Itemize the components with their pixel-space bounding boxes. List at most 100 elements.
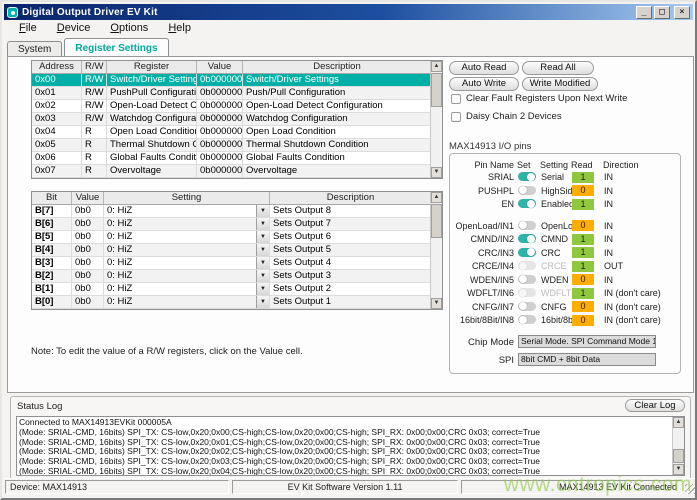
register-table-scrollbar[interactable]: ▲ ▼ — [430, 61, 442, 178]
menu-item-options[interactable]: Options — [101, 21, 157, 35]
setting-combobox[interactable]: 0: HiZ▼ — [104, 283, 270, 295]
register-row[interactable]: 0x00R/WSwitch/Driver Settings0b00000000S… — [32, 74, 430, 87]
tab-system[interactable]: System — [7, 41, 62, 57]
chevron-down-icon[interactable]: ▼ — [256, 231, 269, 243]
cell-rw: R/W — [82, 74, 107, 86]
chevron-down-icon[interactable]: ▼ — [256, 244, 269, 256]
pin-toggle[interactable] — [518, 248, 536, 257]
cell-rw: R — [82, 165, 107, 177]
pin-toggle[interactable] — [518, 302, 536, 311]
chevron-down-icon[interactable]: ▼ — [256, 296, 269, 308]
scroll-up-icon[interactable]: ▲ — [673, 417, 684, 428]
register-row[interactable]: 0x02R/WOpen-Load Detect Confi...0b000000… — [32, 100, 430, 113]
register-row[interactable]: 0x01R/WPushPull Configuration0b00000000P… — [32, 87, 430, 100]
status-device: Device: MAX14913 — [5, 480, 229, 494]
setting-combobox[interactable]: 0: HiZ▼ — [104, 205, 270, 217]
pin-toggle[interactable] — [518, 186, 536, 195]
clear-fault-registers-checkbox[interactable]: Clear Fault Registers Upon Next Write — [451, 93, 627, 104]
setting-combobox[interactable]: 0: HiZ▼ — [104, 270, 270, 282]
menu-item-device[interactable]: Device — [48, 21, 100, 35]
setting-combobox[interactable]: 0: HiZ▼ — [104, 231, 270, 243]
maximize-button[interactable]: □ — [654, 6, 670, 19]
close-button[interactable]: × — [674, 6, 690, 19]
chevron-down-icon[interactable]: ▼ — [256, 283, 269, 295]
chip-mode-field: Serial Mode. SPI Command Mode 16bit — [518, 335, 656, 348]
pin-setting-label: CRCE — [541, 260, 567, 272]
col-register: Register — [107, 61, 197, 73]
pin-read-indicator: 0 — [572, 301, 594, 312]
auto-write-button[interactable]: Auto Write — [449, 77, 519, 91]
chevron-down-icon[interactable]: ▼ — [256, 270, 269, 282]
tab-register-settings[interactable]: Register Settings — [64, 38, 168, 57]
pin-toggle[interactable] — [518, 221, 536, 230]
cell-value[interactable]: 0b00000000 — [197, 152, 243, 164]
log-scrollbar[interactable]: ▲ ▼ — [672, 417, 684, 475]
scroll-down-icon[interactable]: ▼ — [673, 464, 684, 475]
menu-item-help[interactable]: Help — [159, 21, 200, 35]
menu-item-file[interactable]: File — [10, 21, 46, 35]
cell-rw: R/W — [82, 87, 107, 99]
scroll-down-icon[interactable]: ▼ — [431, 298, 442, 309]
scrollbar-thumb[interactable] — [673, 449, 684, 463]
cell-value[interactable]: 0b00000000 — [197, 139, 243, 151]
setting-combobox[interactable]: 0: HiZ▼ — [104, 296, 270, 308]
auto-read-button[interactable]: Auto Read — [449, 61, 519, 75]
pin-toggle[interactable] — [518, 315, 536, 324]
checkbox-icon[interactable] — [451, 112, 461, 122]
register-row[interactable]: 0x06RGlobal Faults Condition0b00000000Gl… — [32, 152, 430, 165]
chevron-down-icon[interactable]: ▼ — [256, 257, 269, 269]
pin-read-indicator: 0 — [572, 185, 594, 196]
pin-setting-label: Serial — [541, 171, 564, 183]
minimize-button[interactable]: _ — [636, 6, 652, 19]
cell-register: Global Faults Condition — [107, 152, 197, 164]
daisy-chain-checkbox[interactable]: Daisy Chain 2 Devices — [451, 111, 562, 122]
cell-value[interactable]: 0b00000000 — [197, 165, 243, 177]
scrollbar-thumb[interactable] — [431, 73, 442, 107]
pin-name-label: CNFG/IN7 — [450, 301, 514, 313]
setting-combobox[interactable]: 0: HiZ▼ — [104, 218, 270, 230]
clear-log-button[interactable]: Clear Log — [625, 399, 685, 412]
tab-strip: SystemRegister Settings — [7, 38, 171, 57]
pin-toggle[interactable] — [518, 199, 536, 208]
chevron-down-icon[interactable]: ▼ — [256, 218, 269, 230]
toggle-knob-icon — [527, 248, 535, 256]
register-row[interactable]: 0x04ROpen Load Condition0b00000000Open L… — [32, 126, 430, 139]
pin-toggle[interactable] — [518, 275, 536, 284]
cell-value[interactable]: 0b00000000 — [197, 87, 243, 99]
cell-bit-description: Sets Output 4 — [270, 257, 432, 269]
setting-combobox[interactable]: 0: HiZ▼ — [104, 257, 270, 269]
pin-setting-label: CMND — [541, 233, 568, 245]
cell-value[interactable]: 0b00000000 — [197, 100, 243, 112]
read-all-button[interactable]: Read All — [522, 61, 594, 75]
cell-description: Global Faults Condition — [243, 152, 432, 164]
status-log-area[interactable]: Connected to MAX14913EVKit 000005A(Mode:… — [16, 416, 685, 476]
write-modified-button[interactable]: Write Modified — [522, 77, 598, 91]
cell-rw: R/W — [82, 100, 107, 112]
pin-toggle[interactable] — [518, 234, 536, 243]
scroll-up-icon[interactable]: ▲ — [431, 192, 442, 203]
io-pin-row: WDFLT/IN6WDFLT1IN (don't care) — [450, 287, 680, 299]
setting-combobox[interactable]: 0: HiZ▼ — [104, 244, 270, 256]
cell-address: 0x01 — [32, 87, 82, 99]
checkbox-icon[interactable] — [451, 94, 461, 104]
cell-value[interactable]: 0b00000000 — [197, 113, 243, 125]
chevron-down-icon[interactable]: ▼ — [256, 205, 269, 217]
scroll-down-icon[interactable]: ▼ — [431, 167, 442, 178]
register-row[interactable]: 0x05RThermal Shutdown Con...0b00000000Th… — [32, 139, 430, 152]
pin-name-label: OpenLoad/IN1 — [450, 220, 514, 232]
bit-table-scrollbar[interactable]: ▲ ▼ — [430, 192, 442, 309]
cell-address: 0x05 — [32, 139, 82, 151]
cell-value[interactable]: 0b00000000 — [197, 74, 243, 86]
chip-mode-label: Chip Mode — [450, 337, 514, 348]
scrollbar-thumb[interactable] — [431, 204, 442, 238]
cell-value[interactable]: 0b00000000 — [197, 126, 243, 138]
pin-read-indicator: 0 — [572, 220, 594, 231]
scroll-up-icon[interactable]: ▲ — [431, 61, 442, 72]
register-row[interactable]: 0x07ROvervoltage0b00000000Overvoltage — [32, 165, 430, 178]
toggle-knob-icon — [519, 262, 527, 270]
resize-grip-icon[interactable] — [685, 484, 695, 494]
pin-toggle[interactable] — [518, 172, 536, 181]
cell-address: 0x06 — [32, 152, 82, 164]
register-row[interactable]: 0x03R/WWatchdog Configuration0b00000000W… — [32, 113, 430, 126]
status-log-title: Status Log — [17, 401, 62, 412]
